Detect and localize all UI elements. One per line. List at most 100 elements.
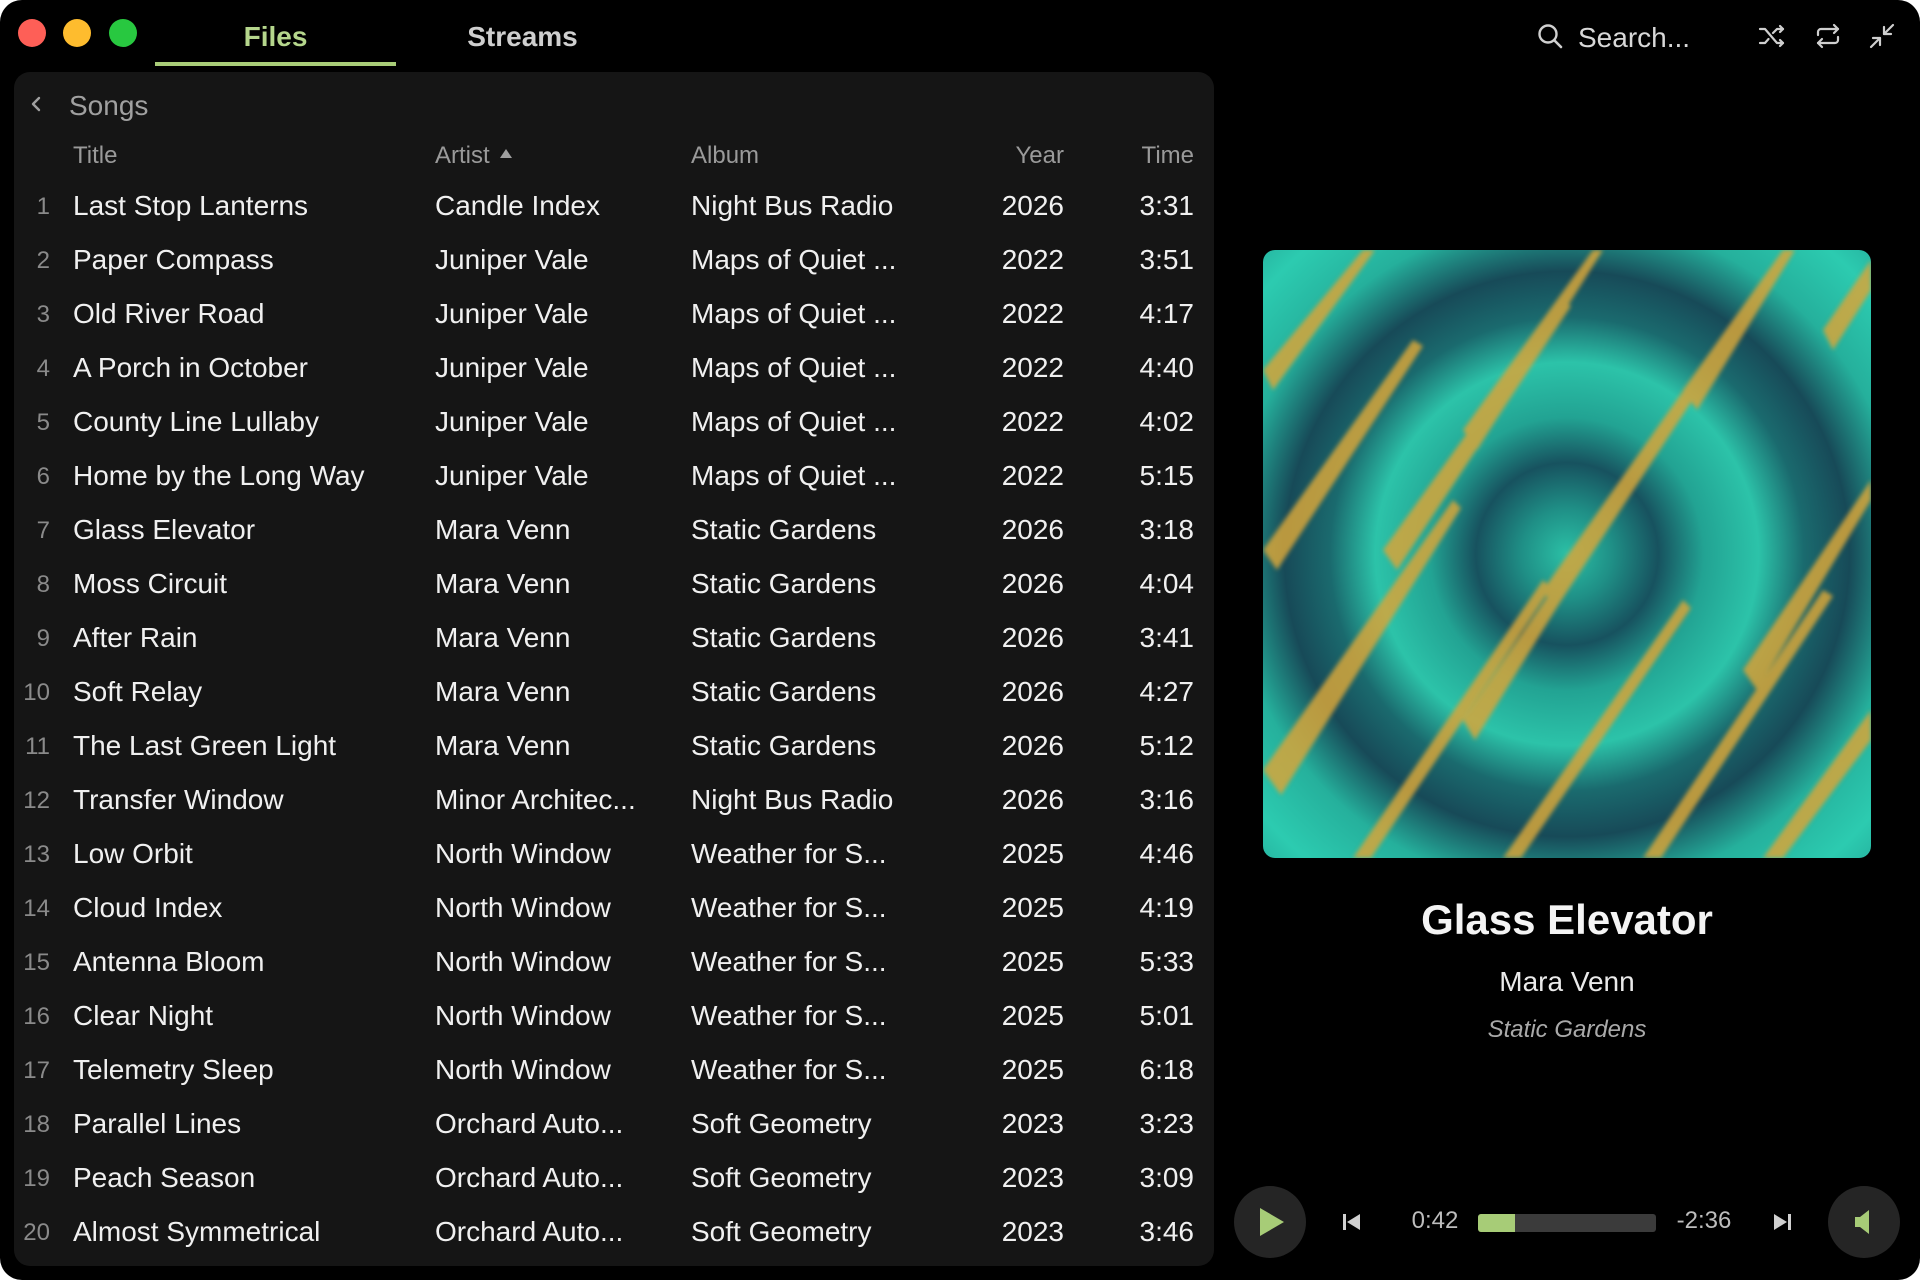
track-number: 19 [23,1165,50,1192]
volume-icon [1855,1210,1869,1234]
play-button[interactable] [1234,1186,1306,1258]
song-year: 2022 [1001,460,1064,491]
table-row[interactable]: 2 Paper Compass Juniper Vale Maps of Quiet … [14,234,1214,288]
song-time: 3:16 [1139,784,1195,815]
progress-bar[interactable] [1478,1214,1656,1232]
song-artist: Mara Venn [435,514,571,545]
song-album: Maps of Quiet ... [691,406,897,437]
song-year: 2025 [1001,1000,1064,1031]
table-row[interactable]: 6 Home by the Long Way Juniper Vale Maps of… [14,450,1214,504]
song-album: Soft Geometry [691,1162,872,1193]
song-artist: Juniper Vale [435,298,589,329]
song-title: Clear Night [73,1000,214,1031]
skip-previous-button[interactable] [1336,1206,1368,1238]
table-row[interactable]: 12 Transfer Window Minor Architec... Night … [14,774,1214,828]
tab-files[interactable]: Files [155,0,396,66]
table-row[interactable]: 13 Low Orbit North Window Weather for S... 2… [14,828,1214,882]
table-row[interactable]: 18 Parallel Lines Orchard Auto... Soft Geom… [14,1098,1214,1152]
song-time: 4:02 [1139,406,1195,437]
song-artist: Candle Index [435,190,601,221]
track-number: 4 [36,355,50,382]
table-header: Title Artist Album Year Time [14,134,1214,178]
table-row[interactable]: 16 Clear Night North Window Weather for S..… [14,990,1214,1044]
song-year: 2023 [1001,1162,1064,1193]
table-row[interactable]: 4 A Porch in October Juniper Vale Maps of Q… [14,342,1214,396]
song-time: 6:18 [1139,1054,1195,1085]
song-artist: Mara Venn [435,622,571,653]
track-number: 3 [36,301,50,328]
song-title: Low Orbit [73,838,193,869]
song-title: Paper Compass [73,244,274,275]
table-row[interactable]: 9 After Rain Mara Venn Static Gardens 2026 3:… [14,612,1214,666]
table-row[interactable]: 10 Soft Relay Mara Venn Static Gardens 2026 4… [14,666,1214,720]
table-row[interactable]: 3 Old River Road Juniper Vale Maps of Quiet… [14,288,1214,342]
song-album: Night Bus Radio [691,784,894,815]
song-title: Almost Symmetrical [73,1216,321,1247]
column-header-album[interactable]: Album [691,142,759,170]
song-title: Home by the Long Way [73,460,365,491]
track-number: 16 [23,1003,50,1030]
song-artist: Juniper Vale [435,460,589,491]
song-artist: Juniper Vale [435,406,589,437]
skip-next-button[interactable] [1766,1206,1798,1238]
minimize-icon[interactable] [1866,20,1898,52]
table-row[interactable]: 11 The Last Green Light Mara Venn Static Ga… [14,720,1214,774]
repeat-icon[interactable] [1812,20,1844,52]
search-field[interactable]: Search... [1536,18,1690,58]
song-album: Maps of Quiet ... [691,298,897,329]
shuffle-icon[interactable] [1756,20,1788,52]
column-header-artist[interactable]: Artist [435,142,512,170]
track-number: 15 [23,949,50,976]
song-time: 3:23 [1139,1108,1195,1139]
table-row[interactable]: 17 Telemetry Sleep North Window Weather for… [14,1044,1214,1098]
song-year: 2025 [1001,838,1064,869]
song-year: 2026 [1001,514,1064,545]
song-year: 2022 [1001,298,1064,329]
search-placeholder: Search... [1578,22,1691,53]
song-year: 2023 [1001,1216,1064,1247]
chevron-left-icon[interactable] [28,92,44,121]
song-time: 5:15 [1139,460,1195,491]
table-row[interactable]: 7 Glass Elevator Mara Venn Static Gardens 20… [14,504,1214,558]
song-title: The Last Green Light [73,730,337,761]
minimize-window-button[interactable] [63,19,91,47]
song-year: 2025 [1001,892,1064,923]
elapsed-time: 0:42 [1411,1207,1459,1234]
song-album: Night Bus Radio [691,190,894,221]
song-album: Weather for S... [691,1000,887,1031]
song-artist: Orchard Auto... [435,1108,624,1139]
song-artist: North Window [435,1000,611,1031]
song-time: 3:31 [1139,190,1195,221]
track-number: 8 [36,571,50,598]
column-header-year[interactable]: Year [940,142,1065,170]
track-number: 11 [25,733,50,760]
breadcrumb-label: Songs [69,90,149,121]
song-year: 2026 [1001,676,1064,707]
song-time: 5:33 [1139,946,1195,977]
song-album: Maps of Quiet ... [691,244,897,275]
song-title: Parallel Lines [73,1108,242,1139]
tab-streams[interactable]: Streams [430,0,615,66]
close-window-button[interactable] [18,19,46,47]
song-artist: Juniper Vale [435,244,589,275]
song-title: County Line Lullaby [73,406,319,437]
song-title: Glass Elevator [73,514,256,545]
sort-ascending-icon [499,149,512,159]
song-artist: Orchard Auto... [435,1162,624,1193]
table-row[interactable]: 1 Last Stop Lanterns Candle Index Night Bus… [14,180,1214,234]
table-row[interactable]: 20 Almost Symmetrical Orchard Auto... Soft … [14,1206,1214,1260]
song-artist: Mara Venn [435,568,571,599]
table-row[interactable]: 5 County Line Lullaby Juniper Vale Maps of … [14,396,1214,450]
table-row[interactable]: 19 Peach Season Orchard Auto... Soft Geomet… [14,1152,1214,1206]
table-row[interactable]: 8 Moss Circuit Mara Venn Static Gardens 2026… [14,558,1214,612]
volume-button[interactable] [1828,1186,1900,1258]
song-album: Maps of Quiet ... [691,460,897,491]
songs-panel: Songs Title Artist Album Year Time 1 Last… [14,72,1214,1266]
song-title: Telemetry Sleep [73,1054,274,1085]
column-header-time[interactable]: Time [1094,142,1194,170]
maximize-window-button[interactable] [109,19,137,47]
song-time: 4:19 [1139,892,1195,923]
column-header-title[interactable]: Title [73,142,117,170]
table-row[interactable]: 15 Antenna Bloom North Window Weather for S… [14,936,1214,990]
table-row[interactable]: 14 Cloud Index North Window Weather for S..… [14,882,1214,936]
